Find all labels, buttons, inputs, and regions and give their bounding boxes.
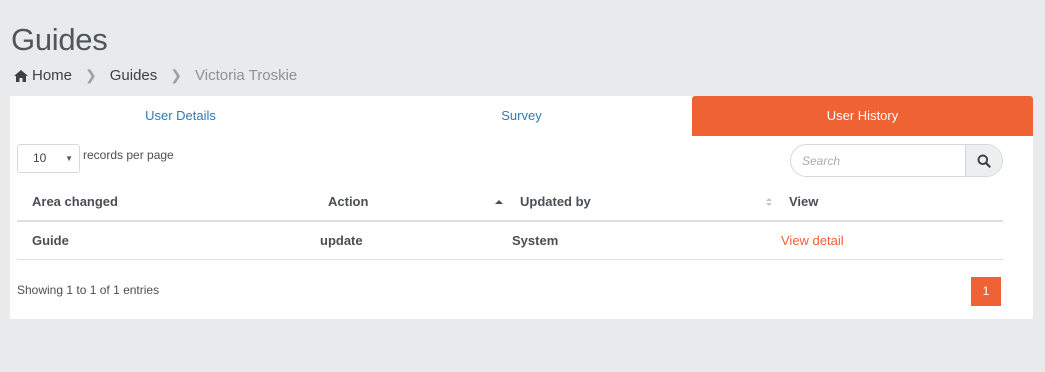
cell-action: update: [320, 233, 363, 248]
page-length-select[interactable]: 10 ▼: [17, 144, 80, 173]
breadcrumb-current: Victoria Troskie: [195, 67, 298, 84]
column-header-action[interactable]: Action: [328, 186, 368, 218]
tab-bar: User Details Survey User History: [10, 96, 1033, 136]
breadcrumb-home-link[interactable]: Home: [32, 67, 72, 84]
pagination-page-1[interactable]: 1: [971, 277, 1001, 306]
history-table: Area changed Action Updated by View Guid…: [17, 186, 1003, 260]
chevron-right-icon: ❯: [85, 67, 97, 83]
search-button[interactable]: [965, 145, 1002, 176]
search-input[interactable]: [791, 145, 967, 176]
tab-user-details[interactable]: User Details: [10, 96, 351, 136]
search-box: [790, 144, 1003, 177]
page-length-label: records per page: [83, 148, 174, 162]
table-header-row: Area changed Action Updated by View: [17, 186, 1003, 222]
breadcrumb-guides-link[interactable]: Guides: [110, 67, 158, 84]
content-card: User Details Survey User History 10 ▼ re…: [10, 96, 1033, 319]
table-info: Showing 1 to 1 of 1 entries: [17, 283, 160, 297]
sort-both-icon[interactable]: [764, 197, 774, 207]
home-icon: [14, 69, 28, 82]
sort-asc-icon[interactable]: [494, 197, 504, 207]
tab-survey[interactable]: Survey: [351, 96, 692, 136]
column-header-updated-by[interactable]: Updated by: [520, 186, 591, 218]
chevron-right-icon: ❯: [170, 67, 183, 83]
tab-user-history[interactable]: User History: [692, 96, 1033, 136]
breadcrumb: Home ❯ Guides ❯ Victoria Troskie: [13, 67, 297, 84]
caret-down-icon: ▼: [65, 154, 73, 163]
table-row: Guide update System View detail: [17, 222, 1003, 260]
column-header-view: View: [789, 194, 819, 209]
cell-updated-by: System: [512, 233, 559, 248]
search-icon: [977, 154, 991, 168]
cell-area-changed: Guide: [32, 233, 69, 248]
view-detail-link[interactable]: View detail: [781, 222, 844, 260]
column-header-area-changed[interactable]: Area changed: [32, 186, 118, 218]
page-title: Guides: [11, 22, 108, 57]
page-length-value: 10: [33, 151, 47, 165]
